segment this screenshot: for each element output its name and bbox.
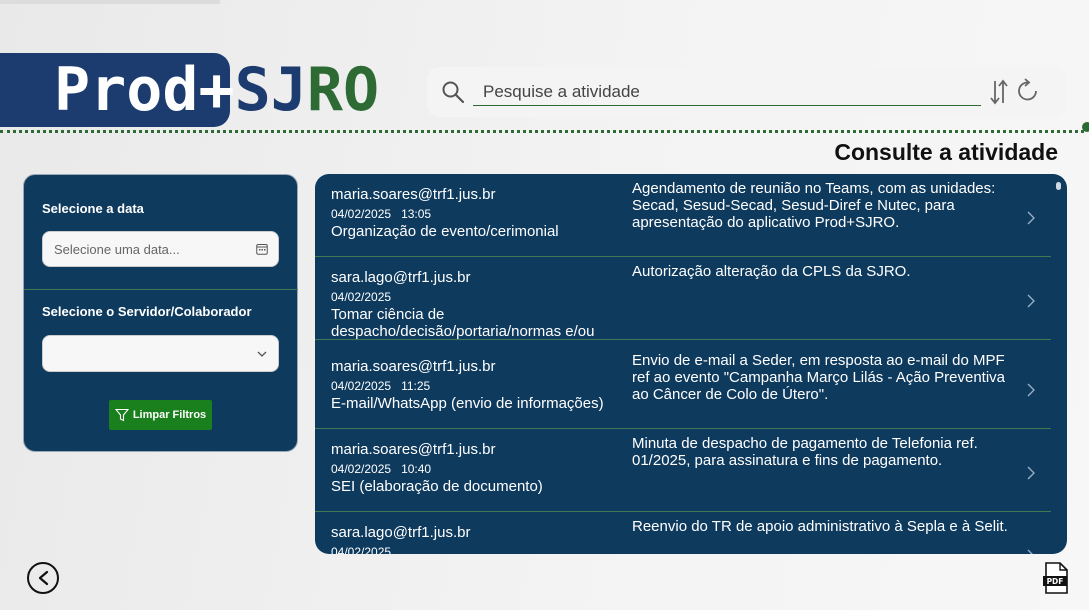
date-picker-placeholder: Selecione uma data... (54, 242, 180, 257)
activity-datetime: 04/02/2025 13:05 (331, 207, 431, 221)
activity-list[interactable]: maria.soares@trf1.jus.br 04/02/2025 13:05… (315, 174, 1067, 554)
activity-user: sara.lago@trf1.jus.br (331, 269, 471, 286)
back-button[interactable] (27, 562, 59, 594)
app-logo: Prod+ SJ RO (54, 52, 379, 128)
chevron-right-icon[interactable] (1026, 382, 1036, 398)
divider-end-dot (1082, 122, 1089, 132)
refresh-icon[interactable] (1015, 78, 1041, 104)
date-filter-label: Selecione a data (42, 201, 144, 216)
activity-description: Minuta de despacho de pagamento de Telef… (632, 435, 978, 469)
date-picker-input[interactable]: Selecione uma data... (42, 231, 279, 267)
server-select[interactable] (42, 335, 279, 372)
chevron-right-icon[interactable] (1026, 548, 1036, 554)
server-filter-label: Selecione o Servidor/Colaborador (42, 304, 252, 319)
activity-date: 04/02/2025 (331, 462, 392, 476)
activity-category: Tomar ciência de despacho/decisão/portar… (331, 306, 595, 340)
activity-row[interactable]: sara.lago@trf1.jus.br 04/02/2025 Reenvio… (315, 512, 1051, 554)
activity-user: sara.lago@trf1.jus.br (331, 524, 471, 541)
chevron-right-icon[interactable] (1026, 293, 1036, 309)
activity-description: Reenvio do TR de apoio administrativo à … (632, 518, 1008, 535)
chevron-right-icon[interactable] (1026, 465, 1036, 481)
dotted-divider (0, 130, 1084, 133)
svg-text:PDF: PDF (1047, 577, 1064, 586)
activity-category: Organização de evento/cerimonial (331, 223, 559, 240)
activity-datetime: 04/02/2025 11:25 (331, 379, 430, 393)
logo-prod-text: Prod+ (54, 55, 235, 125)
activity-row[interactable]: maria.soares@trf1.jus.br 04/02/2025 10:40… (315, 429, 1051, 512)
search-bar (427, 67, 1066, 117)
activity-time: 11:25 (401, 379, 431, 393)
activity-user: maria.soares@trf1.jus.br (331, 441, 496, 458)
activity-row[interactable]: sara.lago@trf1.jus.br 04/02/2025 Tomar c… (315, 257, 1051, 340)
page-title: Consulte a atividade (834, 139, 1058, 165)
chevron-down-icon (257, 351, 267, 357)
panel-separator (24, 289, 298, 290)
sort-icon[interactable] (989, 78, 1009, 106)
activity-date: 04/02/2025 (331, 379, 392, 393)
activity-date: 04/02/2025 (331, 545, 392, 554)
activity-row[interactable]: maria.soares@trf1.jus.br 04/02/2025 11:25… (315, 346, 1051, 429)
search-input[interactable] (473, 79, 981, 106)
top-edge-artifact (0, 0, 220, 4)
activity-datetime: 04/02/2025 10:40 (331, 462, 431, 476)
logo-sj-text: SJ (234, 55, 307, 125)
activity-description: Autorização alteração da CPLS da SJRO. (632, 263, 911, 280)
clear-filters-button[interactable]: Limpar Filtros (109, 400, 212, 430)
search-icon[interactable] (441, 80, 465, 104)
calendar-icon[interactable] (256, 243, 268, 255)
activity-category: SEI (elaboração de documento) (331, 478, 543, 495)
activity-description: Agendamento de reunião no Teams, com as … (632, 180, 996, 231)
activity-user: maria.soares@trf1.jus.br (331, 358, 496, 375)
activity-category: E-mail/WhatsApp (envio de informações) (331, 395, 604, 412)
chevron-right-icon[interactable] (1026, 210, 1036, 226)
activity-time: 13:05 (401, 207, 432, 221)
logo-ro-text: RO (306, 55, 380, 125)
filter-panel: Selecione a data Selecione uma data... S… (23, 174, 298, 452)
filter-icon (114, 408, 129, 422)
activity-datetime: 04/02/2025 (331, 545, 401, 554)
activity-description: Envio de e-mail a Seder, em resposta ao … (632, 352, 1006, 403)
activity-datetime: 04/02/2025 (331, 290, 401, 304)
activity-date: 04/02/2025 (331, 207, 392, 221)
list-scrollbar[interactable] (1056, 182, 1061, 190)
activity-row[interactable]: maria.soares@trf1.jus.br 04/02/2025 13:05… (315, 174, 1051, 257)
activity-user: maria.soares@trf1.jus.br (331, 186, 496, 203)
clear-filters-label: Limpar Filtros (132, 409, 207, 421)
pdf-icon[interactable]: PDF (1042, 562, 1070, 594)
activity-time: 10:40 (401, 462, 432, 476)
back-arrow-icon (38, 570, 49, 586)
activity-date: 04/02/2025 (331, 290, 392, 304)
